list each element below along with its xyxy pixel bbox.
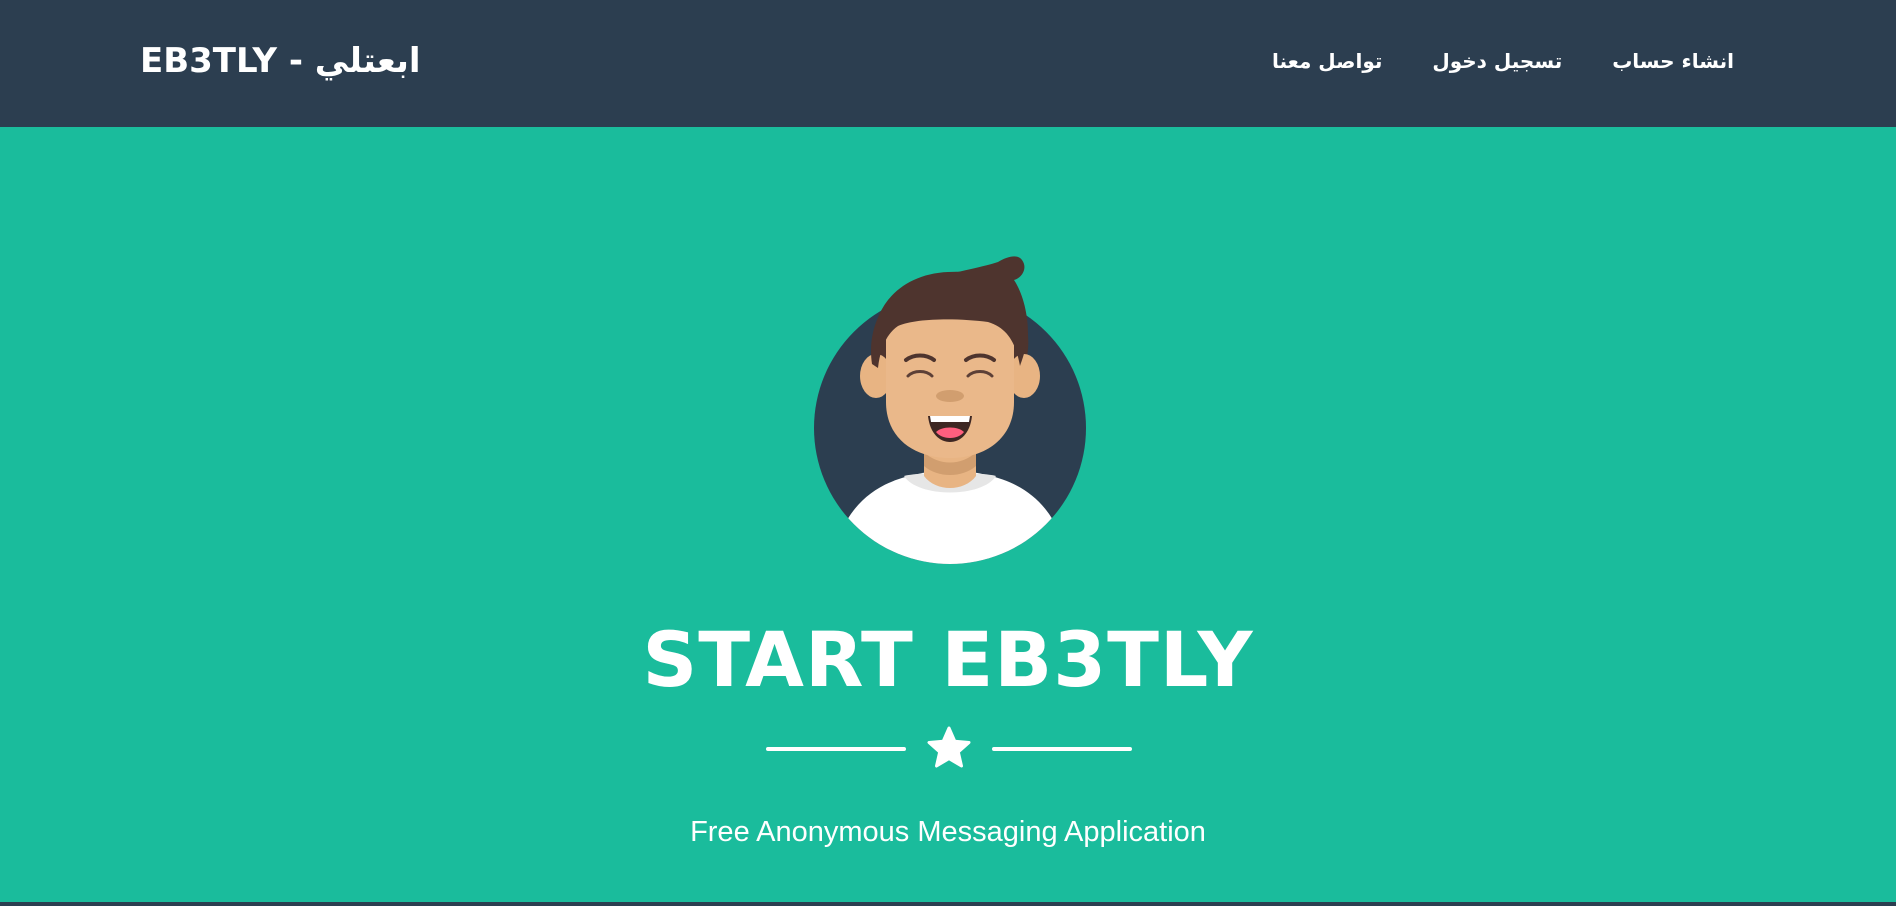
- hero-subtitle: Free Anonymous Messaging Application: [690, 816, 1206, 848]
- nav-link-create-account[interactable]: انشاء حساب: [1612, 46, 1734, 76]
- star-divider: [766, 726, 1132, 772]
- nav-link-contact[interactable]: تواصل معنا: [1272, 46, 1382, 76]
- bottom-strip: [0, 902, 1896, 906]
- navbar: EB3TLY - ابعتلي انشاء حساب تسجيل دخول تو…: [0, 0, 1896, 127]
- avatar-icon: [814, 256, 1086, 564]
- nav-link-login[interactable]: تسجيل دخول: [1432, 46, 1562, 76]
- star-icon: [927, 726, 971, 768]
- brand-logo[interactable]: EB3TLY - ابعتلي: [140, 36, 421, 86]
- divider-line-right: [992, 747, 1132, 751]
- nav-links: انشاء حساب تسجيل دخول تواصل معنا: [1272, 46, 1734, 76]
- divider-line-left: [766, 747, 906, 751]
- hero-title: START EB3TLY: [642, 615, 1254, 704]
